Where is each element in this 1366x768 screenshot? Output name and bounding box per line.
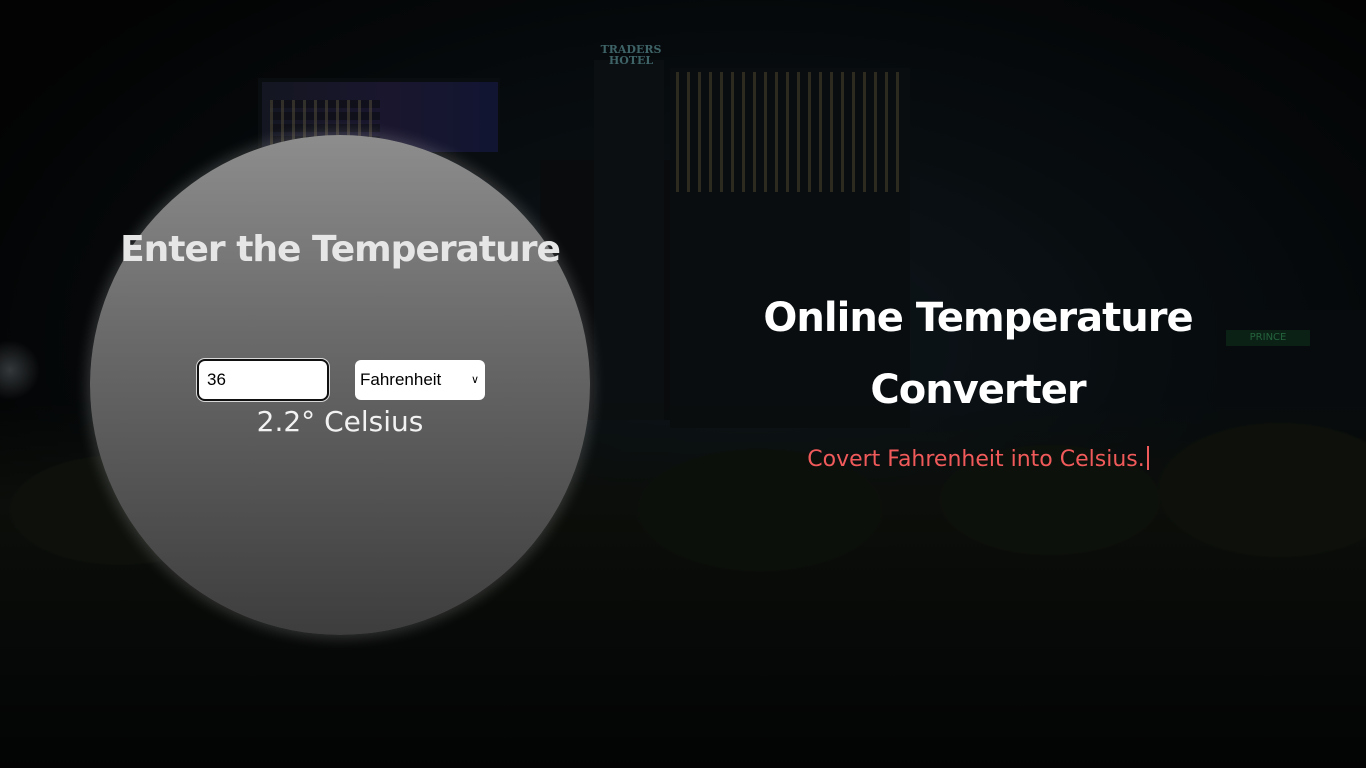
converter-heading: Enter the Temperature — [120, 229, 561, 270]
info-panel: Online Temperature Converter Covert Fahr… — [700, 282, 1256, 472]
converter-controls: Fahrenheit ∨ — [90, 359, 590, 401]
conversion-result: 2.2° Celsius — [256, 405, 424, 438]
page: TRADERS HOTEL PRINCE Enter the Temperatu… — [0, 0, 1366, 768]
temperature-input[interactable] — [197, 359, 329, 401]
page-title: Online Temperature Converter — [763, 295, 1193, 413]
typing-text: Covert Fahrenheit into Celsius. — [807, 447, 1145, 472]
chevron-down-icon: ∨ — [470, 374, 479, 386]
converter-card: Enter the Temperature Fahrenheit ∨ 2.2° … — [90, 135, 590, 635]
unit-select-value: Fahrenheit — [360, 370, 442, 389]
page-subtitle: Covert Fahrenheit into Celsius. — [700, 446, 1256, 472]
text-cursor — [1146, 446, 1149, 470]
unit-select[interactable]: Fahrenheit ∨ — [355, 360, 485, 400]
